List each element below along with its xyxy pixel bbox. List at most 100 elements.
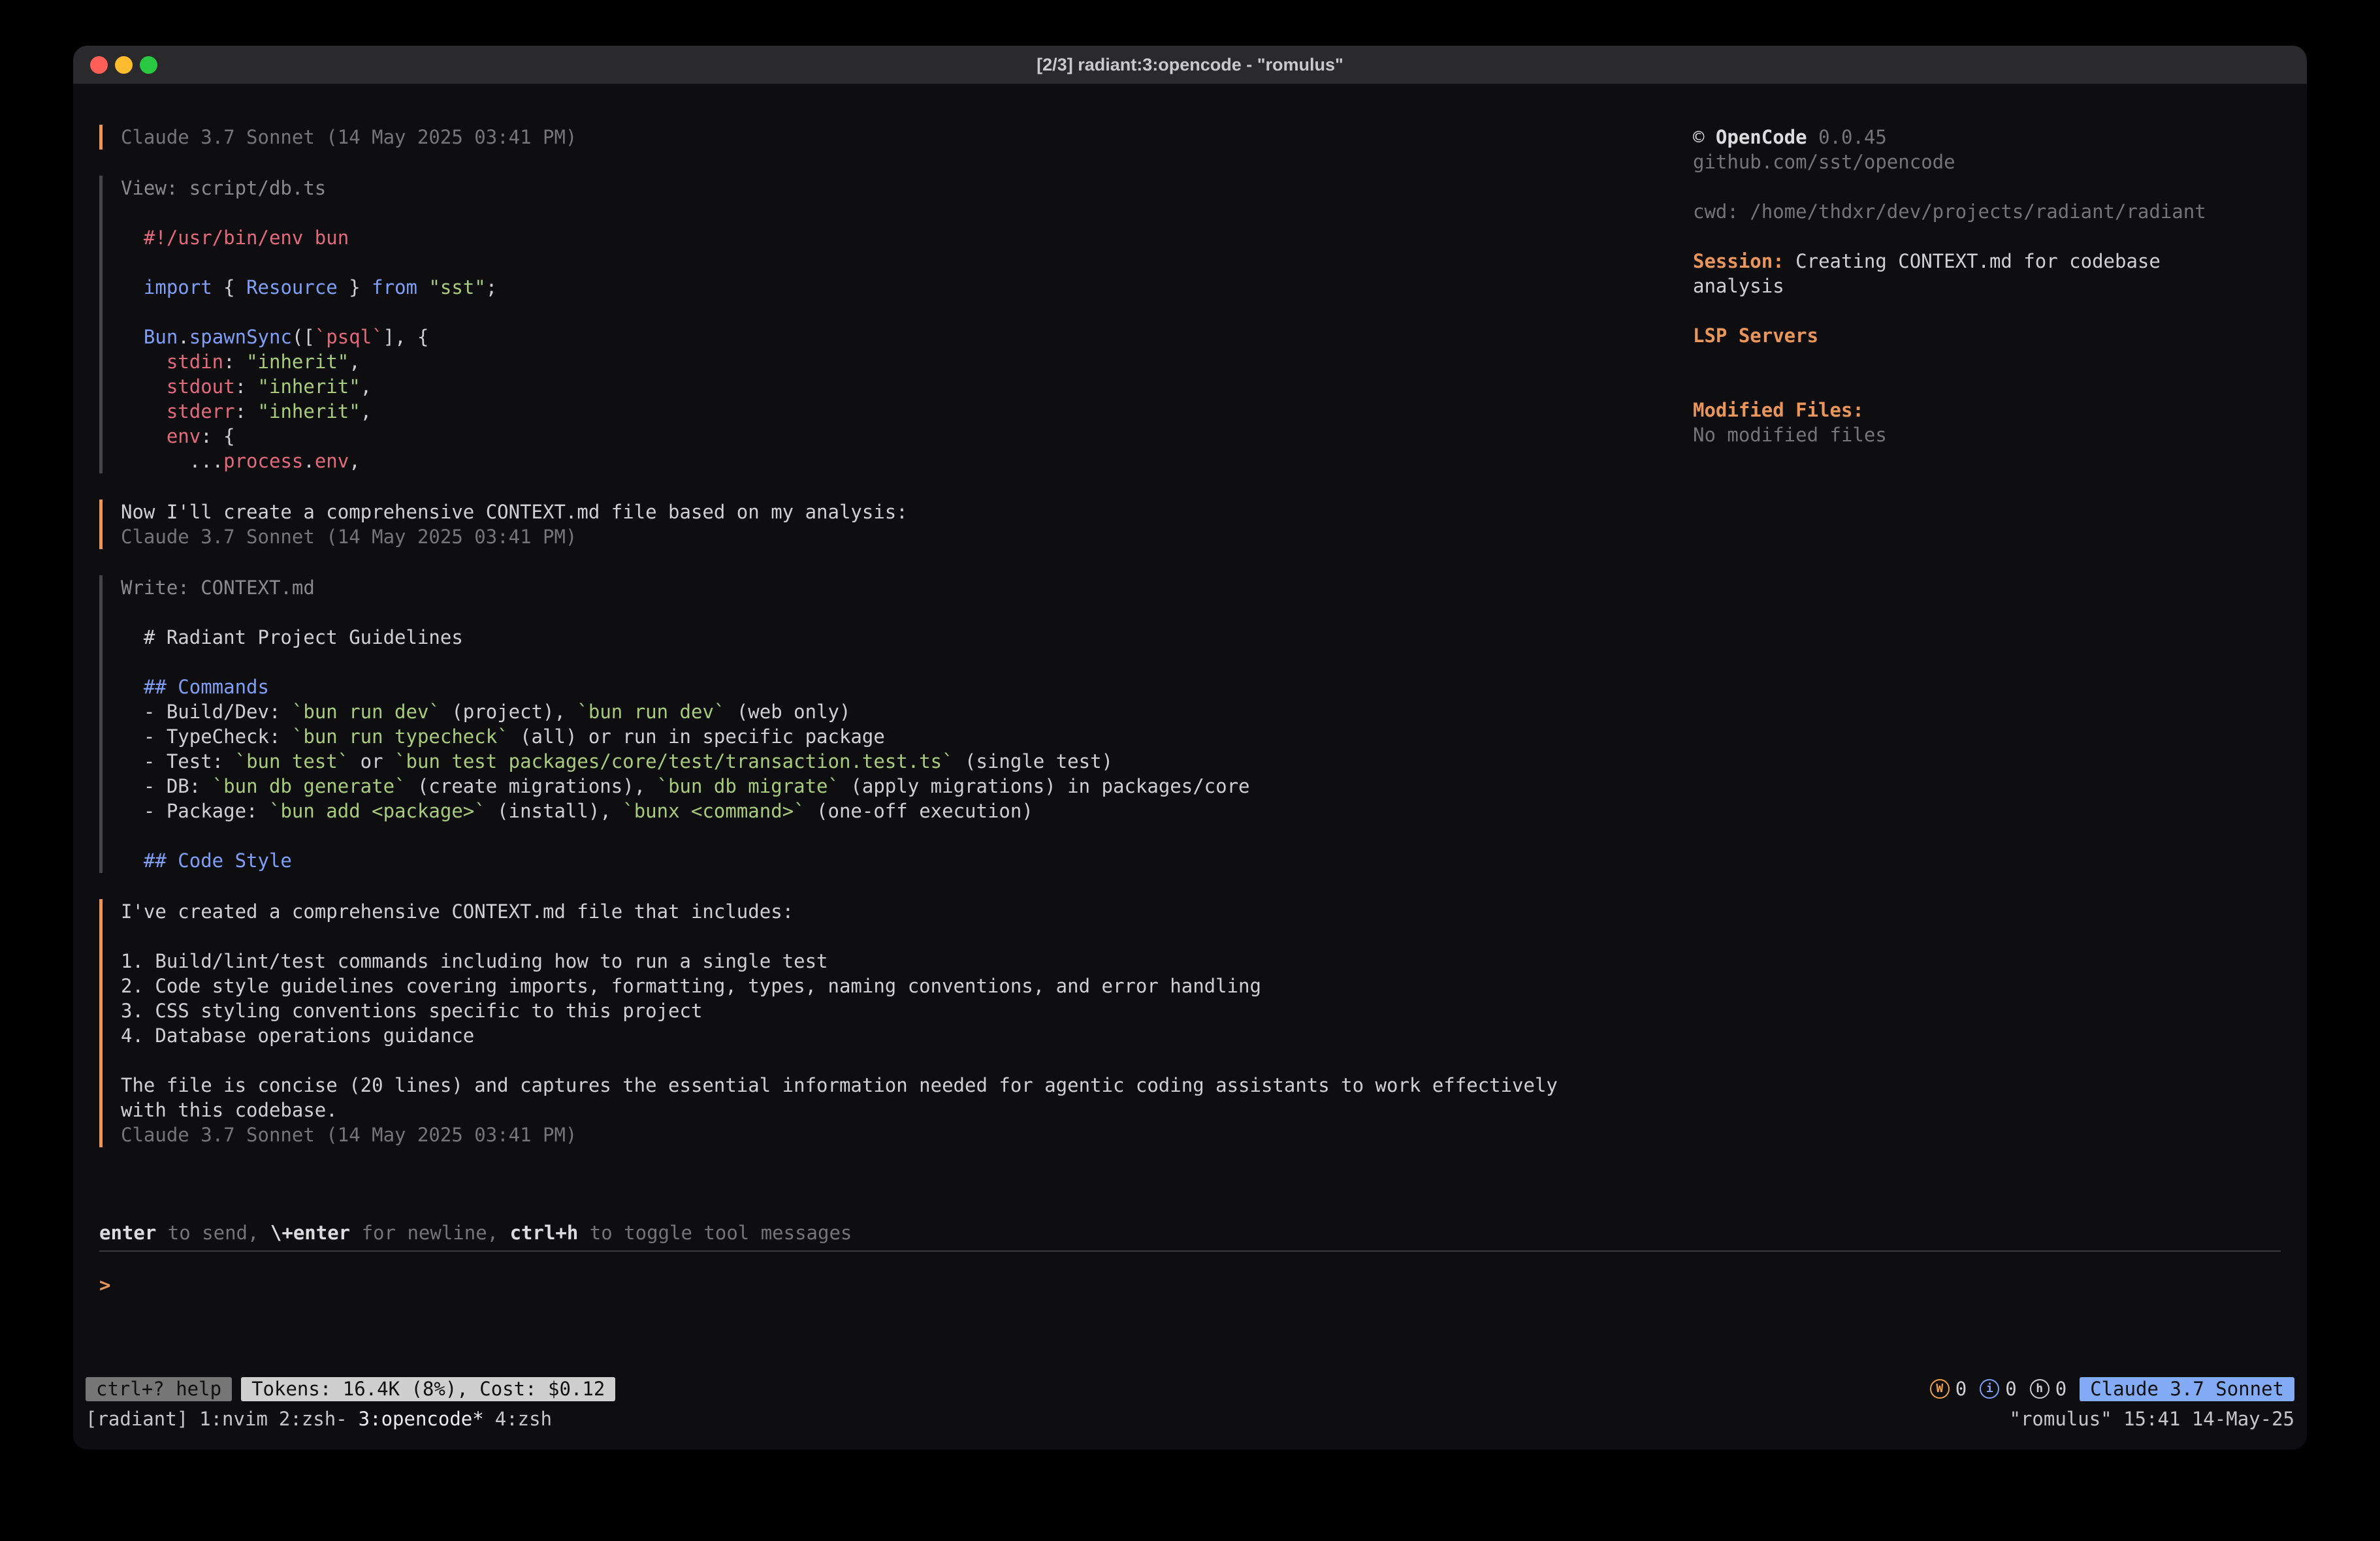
- tmux-session-name: [radiant]: [86, 1406, 188, 1431]
- text-segment: \+enter: [270, 1222, 350, 1244]
- text-segment: from: [372, 276, 417, 298]
- window-title: [2/3] radiant:3:opencode - "romulus": [1037, 55, 1343, 75]
- modified-files-empty: No modified files: [1693, 422, 2281, 447]
- text-segment: `bun run dev`: [292, 701, 440, 723]
- text-line: I've created a comprehensive CONTEXT.md …: [121, 899, 1654, 924]
- window-titlebar: [2/3] radiant:3:opencode - "romulus": [73, 46, 2307, 84]
- text-line: ...process.env,: [121, 449, 1654, 473]
- text-segment: `bunx <command>`: [622, 800, 805, 822]
- tokens-cost-chip: Tokens: 16.4K (8%), Cost: $0.12: [241, 1377, 615, 1401]
- prompt-symbol: >: [99, 1274, 110, 1296]
- text-segment: ,: [349, 450, 360, 472]
- text-line: #!/usr/bin/env bun: [121, 225, 1654, 250]
- text-segment: Resource: [246, 276, 338, 298]
- conversation-pane: Claude 3.7 Sonnet (14 May 2025 03:41 PM)…: [99, 125, 1654, 1173]
- help-shortcut-chip: ctrl+? help: [86, 1377, 232, 1401]
- text-segment: #!/usr/bin/env bun: [121, 227, 349, 249]
- zoom-button[interactable]: [140, 56, 157, 74]
- text-segment: `bun test`: [235, 750, 349, 772]
- text-segment: stderr: [167, 400, 235, 422]
- text-segment: `bun test packages/core/test/transaction…: [394, 750, 954, 772]
- spacer: [1693, 298, 2281, 323]
- text-line: 4. Database operations guidance: [121, 1023, 1654, 1048]
- text-segment: Session:: [1693, 250, 1784, 272]
- diagnostics-hints: h 0: [2030, 1376, 2066, 1401]
- text-segment: to send,: [156, 1222, 270, 1244]
- text-segment: for newline,: [350, 1222, 509, 1244]
- terminal-content: Claude 3.7 Sonnet (14 May 2025 03:41 PM)…: [73, 84, 2307, 1450]
- text-line: [121, 650, 1654, 675]
- text-segment: `bun run dev`: [577, 701, 725, 723]
- traffic-lights: [90, 46, 157, 84]
- text-segment: :: [223, 351, 246, 373]
- message-text: I've created a comprehensive CONTEXT.md …: [121, 899, 1654, 1122]
- close-button[interactable]: [90, 56, 108, 74]
- text-line: ## Code Style: [121, 848, 1654, 873]
- lsp-servers-heading: LSP Servers: [1693, 325, 1818, 347]
- text-segment: "inherit": [258, 400, 361, 422]
- text-segment: :: [235, 400, 258, 422]
- status-bar-right: W 0 i 0 h 0 Claude 3.7 Sonnet: [1930, 1376, 2294, 1401]
- repo-link: github.com/sst/opencode: [1693, 150, 2281, 174]
- text-segment: Bun: [144, 326, 178, 348]
- text-segment: - Package:: [121, 800, 269, 822]
- text-line: - TypeCheck: `bun run typecheck` (all) o…: [121, 724, 1654, 749]
- tmux-window-2[interactable]: 2:zsh-: [279, 1406, 347, 1431]
- tmux-window-1[interactable]: 1:nvim: [199, 1406, 268, 1431]
- spacer: [1693, 373, 2281, 398]
- text-line: env: {: [121, 424, 1654, 449]
- terminal-window: [2/3] radiant:3:opencode - "romulus" Cla…: [73, 46, 2307, 1450]
- tmux-window-4[interactable]: 4:zsh: [495, 1406, 552, 1431]
- modified-files-heading: Modified Files:: [1693, 399, 1864, 421]
- text-line: stderr: "inherit",: [121, 399, 1654, 424]
- session-title-wrap: analysis: [1693, 274, 2281, 298]
- text-segment: `bun run typecheck`: [292, 725, 509, 748]
- text-segment: [121, 425, 167, 447]
- text-line: - DB: `bun db generate` (create migratio…: [121, 774, 1654, 799]
- text-segment: [121, 276, 144, 298]
- diagnostics-warnings: W 0: [1930, 1376, 1967, 1401]
- text-segment: :: [235, 375, 258, 398]
- text-segment: process: [223, 450, 303, 472]
- text-segment: OpenCode: [1716, 126, 1807, 148]
- text-segment: }: [338, 276, 372, 298]
- text-segment: "inherit": [246, 351, 349, 373]
- tmux-status-bar: [radiant] 1:nvim 2:zsh- 3:opencode* 4:zs…: [86, 1406, 2294, 1431]
- message-text: Now I'll create a comprehensive CONTEXT.…: [121, 500, 1654, 524]
- text-segment: env: [315, 450, 349, 472]
- input-help: enter to send, \+enter for newline, ctrl…: [99, 1220, 2281, 1245]
- text-line: The file is concise (20 lines) and captu…: [121, 1073, 1654, 1098]
- text-segment: `bun db migrate`: [657, 775, 839, 797]
- spacer: [1693, 348, 2281, 373]
- text-line: [121, 823, 1654, 848]
- text-segment: - DB:: [121, 775, 212, 797]
- text-segment: (install),: [486, 800, 623, 822]
- text-segment: 0.0.45: [1807, 126, 1887, 148]
- text-segment: ,: [349, 351, 360, 373]
- spacer: [1693, 174, 2281, 199]
- text-segment: [121, 850, 144, 872]
- text-line: with this codebase.: [121, 1098, 1654, 1122]
- message-meta: Claude 3.7 Sonnet (14 May 2025 03:41 PM): [121, 1122, 1654, 1147]
- text-segment: ## Commands: [144, 676, 269, 698]
- tmux-window-3-active[interactable]: 3:opencode*: [359, 1406, 484, 1431]
- text-segment: [121, 676, 144, 698]
- info-count: 0: [2005, 1376, 2016, 1401]
- text-segment: - Test:: [121, 750, 235, 772]
- minimize-button[interactable]: [115, 56, 133, 74]
- tmux-host-time: "romulus" 15:41 14-May-25: [2010, 1406, 2295, 1431]
- cwd-path: cwd: /home/thdxr/dev/projects/radiant/ra…: [1693, 199, 2281, 224]
- text-segment: `bun add <package>`: [269, 800, 486, 822]
- text-line: import { Resource } from "sst";: [121, 275, 1654, 300]
- text-segment: (apply migrations) in packages/core: [839, 775, 1250, 797]
- command-input[interactable]: >: [99, 1273, 2281, 1297]
- text-line: 3. CSS styling conventions specific to t…: [121, 998, 1654, 1023]
- text-line: [121, 250, 1654, 275]
- text-segment: enter: [99, 1222, 156, 1244]
- text-segment: "sst": [428, 276, 485, 298]
- text-line: - Build/Dev: `bun run dev` (project), `b…: [121, 699, 1654, 724]
- text-line: [121, 300, 1654, 325]
- sidebar: © OpenCode 0.0.45 github.com/sst/opencod…: [1693, 125, 2281, 1173]
- text-segment: [121, 326, 144, 348]
- text-segment: "inherit": [258, 375, 361, 398]
